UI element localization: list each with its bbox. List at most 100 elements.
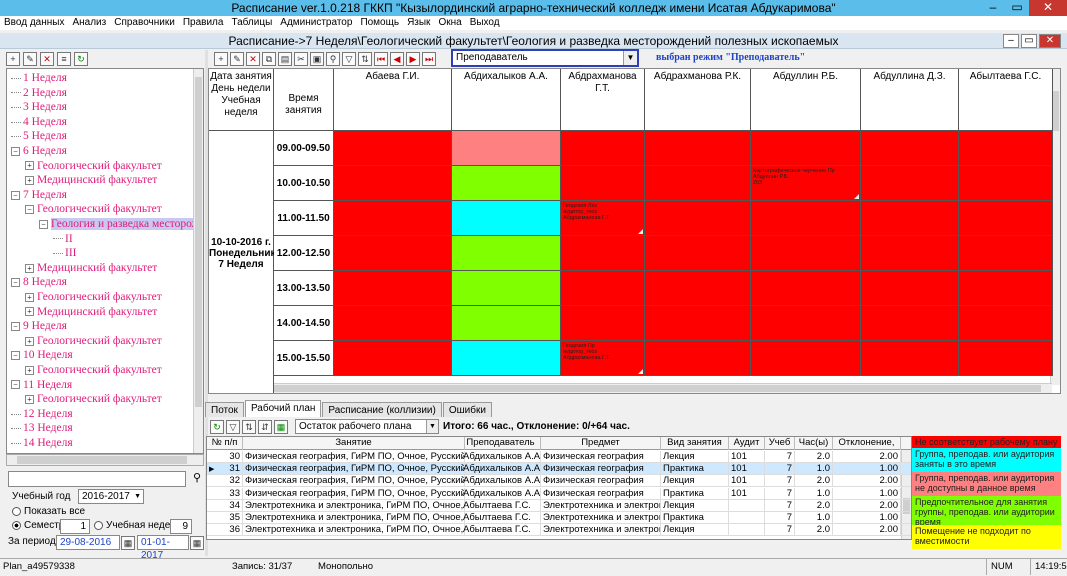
- last-icon[interactable]: ⏭: [422, 52, 436, 66]
- binoculars-icon[interactable]: ⚲: [190, 471, 204, 487]
- calendar-icon[interactable]: ▦: [190, 536, 204, 550]
- schedule-cell[interactable]: [452, 201, 561, 236]
- schedule-cell[interactable]: [334, 131, 452, 166]
- teacher-header[interactable]: Абдихалыков А.А.: [452, 69, 561, 131]
- edit-icon[interactable]: ✎: [230, 52, 244, 66]
- collapse-icon[interactable]: −: [11, 190, 20, 200]
- tree-hscrollbar[interactable]: [6, 454, 204, 466]
- workplan-col-header[interactable]: Вид занятия: [661, 437, 729, 450]
- subwindow-restore-button[interactable]: ▭: [1021, 34, 1037, 48]
- next-icon[interactable]: ▶: [406, 52, 420, 66]
- schedule-cell[interactable]: Геодезия Пр аудитор_геоз Абдрахманова Г.Т.: [561, 341, 645, 376]
- schedule-cell[interactable]: [861, 306, 959, 341]
- tree-node[interactable]: −6 Неделя: [11, 144, 67, 158]
- table-row[interactable]: 35 Электротехника и электроника, ГиРМ ПО,…: [207, 512, 911, 524]
- add-icon[interactable]: +: [6, 52, 20, 66]
- table-row[interactable]: 33 Физическая география, ГиРМ ПО, Очное, …: [207, 487, 911, 500]
- tab-flow[interactable]: Поток: [205, 402, 244, 417]
- first-icon[interactable]: ⏮: [374, 52, 388, 66]
- tree-node[interactable]: 4 Неделя: [11, 115, 67, 129]
- menu-input[interactable]: Ввод данных: [0, 16, 68, 30]
- collapse-icon[interactable]: −: [11, 146, 20, 156]
- collapse-icon[interactable]: −: [11, 278, 20, 288]
- workplan-col-header[interactable]: Отклонение,: [833, 437, 901, 450]
- tree-node[interactable]: 3 Неделя: [11, 100, 67, 114]
- tree-search-input[interactable]: [8, 471, 186, 487]
- menu-help[interactable]: Помощь: [356, 16, 403, 30]
- tree-node[interactable]: −10 Неделя: [11, 348, 73, 362]
- period-from-field[interactable]: 29-08-2016: [56, 535, 120, 550]
- teacher-header[interactable]: Абылтаева Г.С.: [959, 69, 1053, 131]
- tree-node[interactable]: −8 Неделя: [11, 275, 67, 289]
- schedule-cell[interactable]: [452, 236, 561, 271]
- expand-icon[interactable]: +: [25, 307, 34, 317]
- week-field[interactable]: 9: [170, 519, 192, 534]
- menu-analysis[interactable]: Анализ: [68, 16, 110, 30]
- tree-node[interactable]: 2 Неделя: [11, 86, 67, 100]
- teacher-header[interactable]: Абдрахманова Г.Т.: [561, 69, 645, 131]
- schedule-cell[interactable]: Картографическое черчение Пр Абдуллин Р.Б…: [751, 166, 861, 201]
- schedule-cell[interactable]: [861, 271, 959, 306]
- close-button[interactable]: ✕: [1029, 0, 1067, 16]
- semester-field[interactable]: 1: [60, 519, 90, 534]
- mode-select[interactable]: Преподаватель ▼: [451, 49, 639, 67]
- show-all-radio-dot[interactable]: [12, 506, 21, 516]
- schedule-cell[interactable]: [751, 341, 861, 376]
- collapse-icon[interactable]: −: [11, 351, 20, 361]
- add-icon[interactable]: +: [214, 52, 228, 66]
- schedule-cell[interactable]: Геодезия Лек аудитор_геоз Абдрахманова Г.Т…: [561, 201, 645, 236]
- schedule-cell[interactable]: [861, 201, 959, 236]
- sort-desc-icon[interactable]: ⇵: [258, 420, 272, 434]
- semester-radio-dot[interactable]: [12, 520, 21, 530]
- filter-icon[interactable]: ▽: [342, 52, 356, 66]
- tree-scrollbar[interactable]: [193, 69, 203, 453]
- schedule-cell[interactable]: [561, 271, 645, 306]
- schedule-cell[interactable]: [334, 236, 452, 271]
- schedule-cell[interactable]: [561, 306, 645, 341]
- schedule-cell[interactable]: [452, 166, 561, 201]
- year-select[interactable]: 2016-2017 ▼: [78, 489, 144, 504]
- expand-icon[interactable]: +: [25, 176, 34, 186]
- workplan-col-header[interactable]: № п/п: [207, 437, 243, 450]
- teacher-header[interactable]: Абаева Г.И.: [334, 69, 452, 131]
- collapse-icon[interactable]: −: [25, 205, 34, 215]
- tree-node[interactable]: 12 Неделя: [11, 407, 73, 421]
- schedule-cell[interactable]: [751, 131, 861, 166]
- schedule-cell[interactable]: [561, 131, 645, 166]
- collapse-icon[interactable]: −: [11, 380, 20, 390]
- paste-icon[interactable]: ▤: [278, 52, 292, 66]
- schedule-cell[interactable]: [751, 201, 861, 236]
- refresh-icon[interactable]: ↻: [210, 420, 224, 434]
- expand-icon[interactable]: +: [25, 292, 34, 302]
- subwindow-minimize-button[interactable]: –: [1003, 34, 1019, 48]
- tree-node[interactable]: + Геологический факультет: [25, 159, 162, 173]
- tree-node[interactable]: 5 Неделя: [11, 129, 67, 143]
- schedule-cell[interactable]: [452, 341, 561, 376]
- find-icon[interactable]: ⚲: [326, 52, 340, 66]
- menu-windows[interactable]: Окна: [434, 16, 465, 30]
- expand-icon[interactable]: +: [25, 395, 34, 405]
- schedule-cell[interactable]: [334, 341, 452, 376]
- schedule-cell[interactable]: [645, 201, 751, 236]
- tree-node[interactable]: − Геология и разведка месторож: [39, 217, 193, 231]
- expand-icon[interactable]: +: [25, 161, 34, 171]
- schedule-cell[interactable]: [751, 271, 861, 306]
- workplan-col-header[interactable]: Преподаватель: [461, 437, 541, 450]
- tree-node[interactable]: + Геологический факультет: [25, 290, 162, 304]
- list-icon[interactable]: ≡: [57, 52, 71, 66]
- workplan-col-header[interactable]: Учеб: [765, 437, 795, 450]
- tree-node[interactable]: − Геологический факультет: [25, 202, 162, 216]
- schedule-cell[interactable]: [334, 201, 452, 236]
- workplan-col-header[interactable]: Час(ы): [795, 437, 833, 450]
- schedule-cell[interactable]: [959, 131, 1053, 166]
- tree-node[interactable]: + Медицинский факультет: [25, 305, 157, 319]
- menu-references[interactable]: Справочники: [110, 16, 179, 30]
- show-all-radio[interactable]: Показать все: [12, 505, 85, 519]
- schedule-cell[interactable]: [751, 306, 861, 341]
- tree-node[interactable]: + Геологический факультет: [25, 392, 162, 406]
- table-row[interactable]: 31 Физическая география, ГиРМ ПО, Очное, …: [207, 463, 911, 476]
- calendar-icon[interactable]: ▦: [121, 536, 135, 550]
- schedule-cell[interactable]: [645, 236, 751, 271]
- schedule-cell[interactable]: [645, 271, 751, 306]
- schedule-cell[interactable]: [959, 306, 1053, 341]
